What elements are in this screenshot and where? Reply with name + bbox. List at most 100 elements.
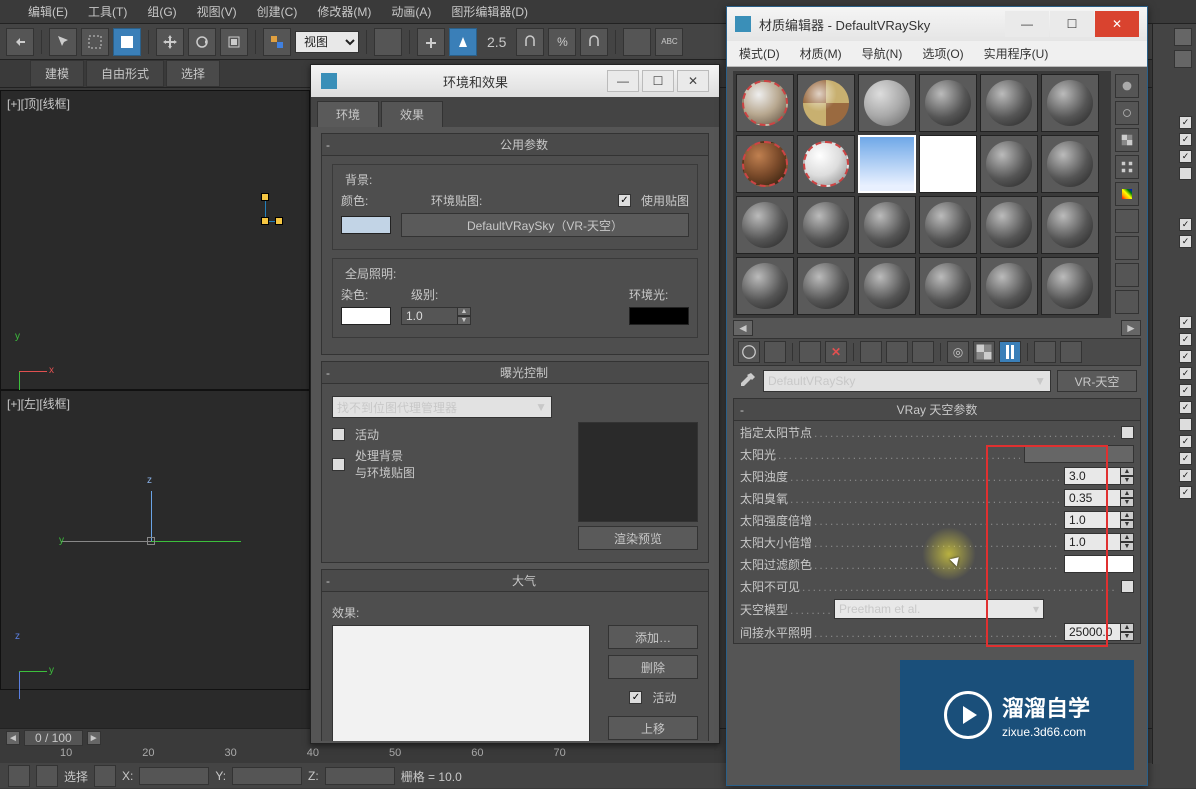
menu-edit[interactable]: 编辑(E) (20, 1, 76, 22)
uv-tile-button[interactable] (1115, 155, 1139, 179)
envmap-button[interactable]: DefaultVRaySky（VR-天空） (401, 213, 689, 237)
mat-map-nav-button[interactable] (1115, 290, 1139, 314)
panel-checkbox[interactable]: ✓ (1179, 401, 1192, 414)
mat-menu-mode[interactable]: 模式(D) (733, 43, 786, 64)
filter-icon[interactable] (94, 765, 116, 787)
panel-checkbox[interactable]: ✓ (1179, 235, 1192, 248)
panel-checkbox[interactable]: ✓ (1179, 150, 1192, 163)
bg-color-swatch[interactable] (341, 216, 391, 234)
get-material-button[interactable] (738, 341, 760, 363)
sample-slot-10[interactable] (919, 135, 977, 193)
add-effect-button[interactable]: 添加… (608, 625, 698, 649)
sample-slot-14[interactable] (797, 196, 855, 254)
sample-slot-19[interactable] (736, 257, 794, 315)
panel-checkbox[interactable] (1179, 167, 1192, 180)
panel-checkbox[interactable]: ✓ (1179, 469, 1192, 482)
sample-slot-15[interactable] (858, 196, 916, 254)
panel-checkbox[interactable]: ✓ (1179, 435, 1192, 448)
delete-effect-button[interactable]: 删除 (608, 655, 698, 679)
make-preview-button[interactable] (1115, 209, 1139, 233)
sky-model-dropdown[interactable]: Preetham et al.▾ (834, 599, 1044, 619)
select-arrow-button[interactable] (49, 28, 77, 56)
sample-slot-6[interactable] (1041, 74, 1099, 132)
sample-slot-23[interactable] (980, 257, 1038, 315)
mat-titlebar[interactable]: 材质编辑器 - DefaultVRaySky — ☐ ✕ (727, 7, 1147, 41)
menu-group[interactable]: 组(G) (139, 1, 184, 22)
tab-freeform[interactable]: 自由形式 (86, 60, 164, 87)
viewport-top-label[interactable]: [+][顶][线框] (7, 95, 70, 112)
mat-maximize-button[interactable]: ☐ (1050, 11, 1094, 37)
named-sel-button[interactable] (623, 28, 651, 56)
viewport-top[interactable]: [+][顶][线框] y x (0, 90, 310, 390)
reset-map-button[interactable]: ✕ (825, 341, 847, 363)
frame-indicator[interactable]: 0 / 100 (24, 730, 83, 746)
snap-a-button[interactable] (516, 28, 544, 56)
sun-ozone-spinner[interactable]: ▲▼ (1064, 489, 1134, 507)
material-type-button[interactable]: VR-天空 (1057, 370, 1137, 392)
menu-view[interactable]: 视图(V) (189, 1, 245, 22)
panel-checkbox[interactable] (1179, 418, 1192, 431)
usemap-checkbox[interactable]: ✓ (618, 194, 631, 207)
matid-button[interactable]: ◎ (947, 341, 969, 363)
sun-intensity-spinner[interactable]: ▲▼ (1064, 511, 1134, 529)
put-to-scene-button[interactable] (764, 341, 786, 363)
sample-slot-18[interactable] (1041, 196, 1099, 254)
coord-y-input[interactable] (232, 767, 302, 785)
sample-scroll-right[interactable]: ► (1121, 320, 1141, 336)
snap-toggle-button[interactable] (417, 28, 445, 56)
go-parent-button[interactable] (1034, 341, 1056, 363)
coord-x-input[interactable] (139, 767, 209, 785)
panel-checkbox[interactable]: ✓ (1179, 452, 1192, 465)
panel-checkbox[interactable]: ✓ (1179, 486, 1192, 499)
tint-swatch[interactable] (341, 307, 391, 325)
timeslider-prev[interactable]: ◄ (6, 731, 20, 745)
sample-slot-2[interactable] (797, 74, 855, 132)
lock-selection-icon[interactable] (8, 765, 30, 787)
sample-slot-17[interactable] (980, 196, 1038, 254)
env-tab-environment[interactable]: 环境 (317, 101, 379, 127)
sun-light-button[interactable] (1024, 445, 1134, 463)
env-titlebar[interactable]: 环境和效果 — ☐ ✕ (311, 65, 719, 97)
panel-checkbox[interactable]: ✓ (1179, 316, 1192, 329)
rollout-atmos-header[interactable]: - 大气 (322, 570, 708, 592)
select-region-button[interactable] (81, 28, 109, 56)
show-in-vp-button[interactable] (973, 341, 995, 363)
panel-checkbox[interactable]: ✓ (1179, 367, 1192, 380)
backlight-button[interactable] (1115, 101, 1139, 125)
env-close-button[interactable]: ✕ (677, 70, 709, 92)
rotate-button[interactable] (188, 28, 216, 56)
indirect-horiz-spinner[interactable]: ▲▼ (1064, 623, 1134, 641)
sample-slot-8[interactable] (797, 135, 855, 193)
ref-coord-dropdown[interactable]: 视图 (295, 31, 359, 53)
mat-menu-util[interactable]: 实用程序(U) (978, 43, 1055, 64)
select-by-mat-button[interactable] (1115, 263, 1139, 287)
rollout-vraysky-header[interactable]: - VRay 天空参数 (734, 399, 1140, 421)
sample-slot-11[interactable] (980, 135, 1038, 193)
background-button[interactable] (1115, 128, 1139, 152)
menu-create[interactable]: 创建(C) (249, 1, 306, 22)
mat-close-button[interactable]: ✕ (1095, 11, 1139, 37)
sun-node-checkbox[interactable] (1121, 426, 1134, 439)
sample-slot-16[interactable] (919, 196, 977, 254)
abc-button[interactable]: ABC (655, 28, 683, 56)
sun-turbidity-spinner[interactable]: ▲▼ (1064, 467, 1134, 485)
viewport-left-label[interactable]: [+][左][线框] (7, 395, 70, 412)
processbg-checkbox[interactable] (332, 458, 345, 471)
effect-active-checkbox[interactable]: ✓ (629, 691, 642, 704)
render-preview-button[interactable]: 渲染预览 (578, 526, 698, 550)
pivot-button[interactable] (374, 28, 402, 56)
mat-menu-options[interactable]: 选项(O) (916, 43, 969, 64)
panel-checkbox[interactable]: ✓ (1179, 333, 1192, 346)
angle-snap-button[interactable] (449, 28, 477, 56)
assign-to-sel-button[interactable] (799, 341, 821, 363)
sample-slot-4[interactable] (919, 74, 977, 132)
sample-slot-20[interactable] (797, 257, 855, 315)
effects-listbox[interactable] (332, 625, 590, 741)
moveup-button[interactable]: 上移 (608, 716, 698, 740)
coord-z-input[interactable] (325, 767, 395, 785)
sample-slot-13[interactable] (736, 196, 794, 254)
move-button[interactable] (156, 28, 184, 56)
ambient-swatch[interactable] (629, 307, 689, 325)
tab-select[interactable]: 选择 (166, 60, 220, 87)
level-input[interactable] (401, 307, 457, 325)
